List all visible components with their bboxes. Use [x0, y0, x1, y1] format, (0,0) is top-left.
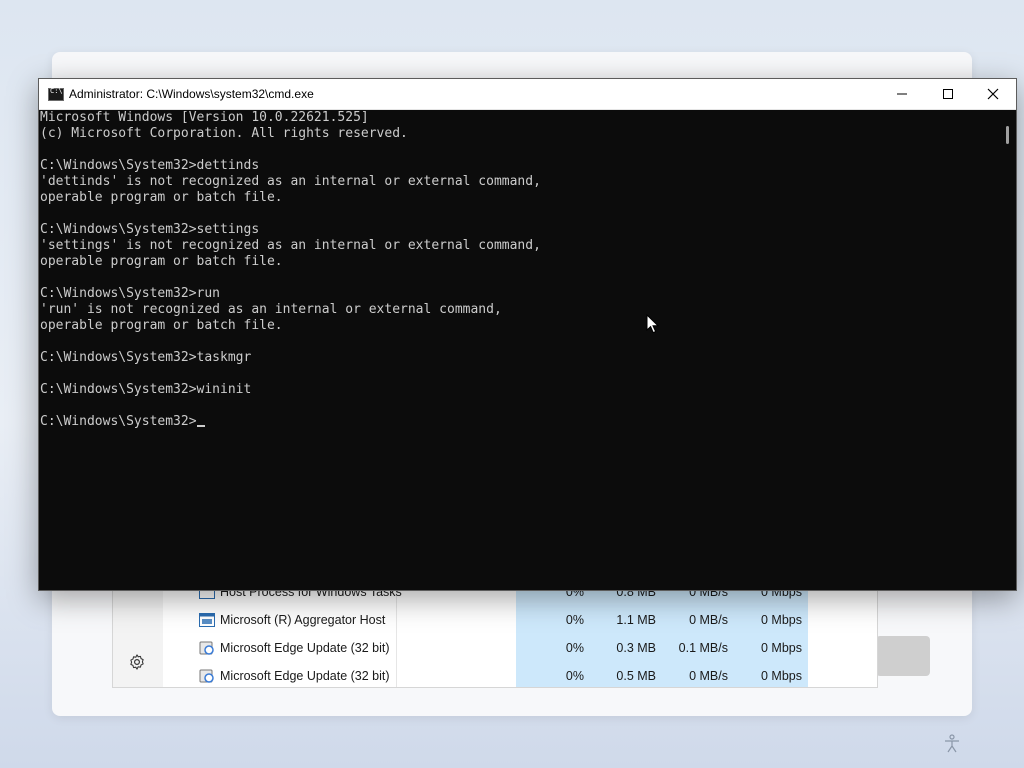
process-cpu: 0% [565, 613, 584, 627]
process-network: 0 Mbps [761, 669, 802, 683]
maximize-button[interactable] [925, 79, 971, 109]
console-prompt-line: C:\Windows\System32> [40, 414, 999, 430]
process-cpu: 0% [565, 641, 584, 655]
close-icon [987, 88, 999, 100]
console-line: operable program or batch file. [40, 190, 283, 205]
edge-update-icon [199, 669, 214, 683]
process-row[interactable]: Microsoft Edge Update (32 bit) 0% 0.5 MB… [163, 663, 877, 687]
process-name: Microsoft Edge Update (32 bit) [220, 669, 390, 683]
close-button[interactable] [970, 79, 1016, 109]
process-list: Host Process for Windows Tasks 0% 0.8 MB… [163, 589, 877, 687]
process-memory: 0.5 MB [616, 669, 656, 683]
process-disk: 0 MB/s [689, 669, 728, 683]
process-network: 0 Mbps [761, 641, 802, 655]
process-memory: 1.1 MB [616, 613, 656, 627]
mouse-pointer-icon [646, 314, 660, 334]
minimize-button[interactable] [879, 79, 925, 109]
console-line: 'settings' is not recognized as an inter… [40, 238, 541, 253]
background-next-button[interactable] [876, 636, 930, 676]
console-output[interactable]: Microsoft Windows [Version 10.0.22621.52… [39, 110, 999, 590]
cmd-app-icon: C:\ [48, 87, 64, 101]
console-line: Microsoft Windows [Version 10.0.22621.52… [40, 110, 369, 125]
cmd-window[interactable]: C:\ Administrator: C:\Windows\system32\c… [38, 78, 1017, 591]
process-disk: 0 MB/s [689, 613, 728, 627]
app-window-icon [199, 613, 215, 627]
console-line: C:\Windows\System32>settings [40, 222, 260, 237]
console-line: C:\Windows\System32>taskmgr [40, 350, 252, 365]
task-manager-window: Host Process for Windows Tasks 0% 0.8 MB… [112, 588, 878, 688]
vertical-scrollbar[interactable] [999, 110, 1016, 590]
cmd-titlebar[interactable]: C:\ Administrator: C:\Windows\system32\c… [39, 79, 1016, 110]
process-cpu: 0% [565, 669, 584, 683]
minimize-icon [897, 93, 907, 95]
accessibility-icon[interactable] [942, 734, 962, 754]
edge-update-icon [199, 641, 214, 655]
console-line: C:\Windows\System32>run [40, 286, 221, 301]
console-line: operable program or batch file. [40, 254, 283, 269]
scrollbar-thumb[interactable] [1006, 126, 1009, 144]
task-manager-nav [113, 589, 163, 687]
console-prompt: C:\Windows\System32> [40, 414, 197, 429]
maximize-icon [943, 89, 953, 99]
settings-gear-icon[interactable] [128, 653, 146, 671]
process-row[interactable]: Microsoft (R) Aggregator Host 0% 1.1 MB … [163, 607, 877, 635]
text-cursor [196, 425, 205, 427]
console-line: 'run' is not recognized as an internal o… [40, 302, 502, 317]
process-row[interactable]: Microsoft Edge Update (32 bit) 0% 0.3 MB… [163, 635, 877, 663]
process-disk: 0.1 MB/s [678, 641, 728, 655]
console-line: C:\Windows\System32>wininit [40, 382, 252, 397]
console-line: 'dettinds' is not recognized as an inter… [40, 174, 541, 189]
process-network: 0 Mbps [761, 613, 802, 627]
process-name: Microsoft (R) Aggregator Host [220, 613, 386, 627]
console-line: (c) Microsoft Corporation. All rights re… [40, 126, 408, 141]
console-text: Microsoft Windows [Version 10.0.22621.52… [39, 110, 999, 430]
window-title: Administrator: C:\Windows\system32\cmd.e… [69, 87, 314, 101]
process-name: Microsoft Edge Update (32 bit) [220, 641, 390, 655]
cmd-app-icon-glyph: C:\ [50, 87, 63, 95]
console-line: C:\Windows\System32>dettinds [40, 158, 260, 173]
console-line: operable program or batch file. [40, 318, 283, 333]
process-memory: 0.3 MB [616, 641, 656, 655]
